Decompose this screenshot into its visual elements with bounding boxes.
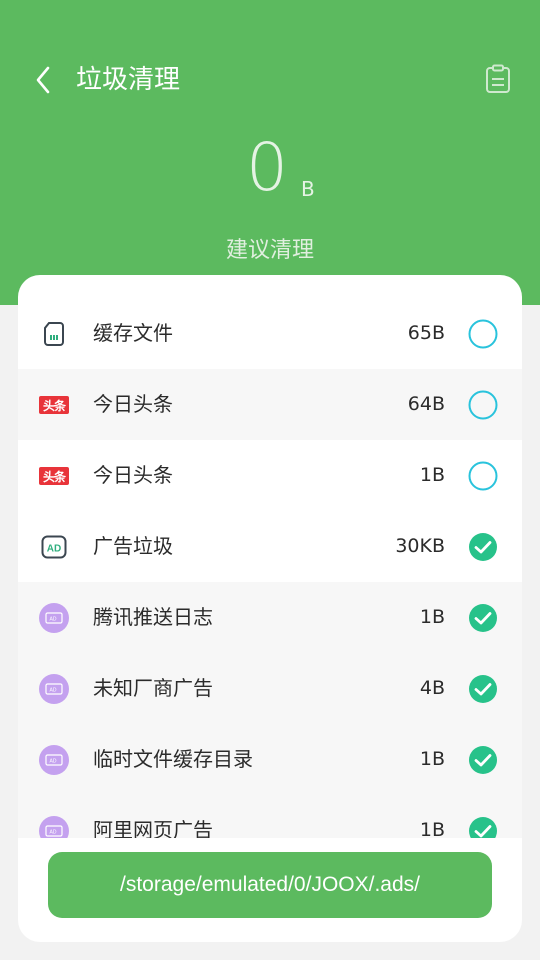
list-item[interactable]: AD 腾讯推送日志 1B [18,582,522,653]
item-label: 缓存文件 [93,321,173,345]
svg-text:AD: AD [50,688,57,694]
item-size: 1B [419,464,445,486]
ad-icon: AD [39,533,69,561]
toutiao-logo-icon: 头条 [39,391,69,419]
checked-circle-icon[interactable] [468,603,498,633]
toutiao-logo-icon: 头条 [39,462,69,490]
clipboard-icon [486,64,510,93]
item-size: 64B [407,393,445,415]
chevron-left-icon [36,66,50,94]
suggestion-text: 建议清理 [225,238,314,263]
junk-size-value: 0 [246,129,288,206]
header: 垃圾清理 0 B 建议清理 [0,0,540,305]
item-label: 广告垃圾 [93,534,173,558]
item-label: 今日头条 [93,463,173,487]
list-item[interactable]: AD 阿里网页广告 1B [18,795,522,838]
svg-text:AD: AD [47,544,61,555]
junk-list-card: 缓存文件 65B 头条 今日头条 64B 头条 今日头条 1B AD 广告垃圾 … [18,275,522,942]
page-title: 垃圾清理 [76,65,181,95]
unchecked-circle-icon[interactable] [468,390,498,420]
clean-path-button[interactable]: /storage/emulated/0/JOOX/.ads/ [48,852,492,918]
item-label: 阿里网页广告 [93,818,213,838]
junk-list[interactable]: 缓存文件 65B 头条 今日头条 64B 头条 今日头条 1B AD 广告垃圾 … [18,298,522,838]
list-item[interactable]: AD 临时文件缓存目录 1B [18,724,522,795]
list-item[interactable]: 头条 今日头条 1B [18,440,522,511]
item-size: 4B [419,677,445,699]
item-label: 今日头条 [93,392,173,416]
item-size: 30KB [395,535,445,557]
junk-size-unit: B [301,177,315,201]
unchecked-circle-icon[interactable] [468,461,498,491]
item-size: 65B [407,322,445,344]
checked-circle-icon[interactable] [468,816,498,838]
item-label: 临时文件缓存目录 [93,747,253,771]
ad-ticket-icon: AD [39,603,69,633]
checked-circle-icon[interactable] [468,674,498,704]
ad-ticket-icon: AD [39,745,69,775]
list-item[interactable]: 缓存文件 65B [18,298,522,369]
item-size: 1B [419,748,445,770]
history-button[interactable] [482,62,514,96]
item-size: 1B [419,819,445,838]
item-label: 腾讯推送日志 [93,605,213,629]
ad-ticket-icon: AD [39,674,69,704]
back-button[interactable] [28,62,58,98]
ad-ticket-icon: AD [39,816,69,838]
item-label: 未知厂商广告 [93,676,213,700]
svg-text:AD: AD [50,830,57,836]
list-item[interactable]: 头条 今日头条 64B [18,369,522,440]
list-item[interactable]: AD 未知厂商广告 4B [18,653,522,724]
checked-circle-icon[interactable] [468,532,498,562]
item-size: 1B [419,606,445,628]
svg-text:AD: AD [50,759,57,765]
checked-circle-icon[interactable] [468,745,498,775]
sd-card-icon [39,320,69,348]
list-item[interactable]: AD 广告垃圾 30KB [18,511,522,582]
unchecked-circle-icon[interactable] [468,319,498,349]
svg-text:AD: AD [50,617,57,623]
